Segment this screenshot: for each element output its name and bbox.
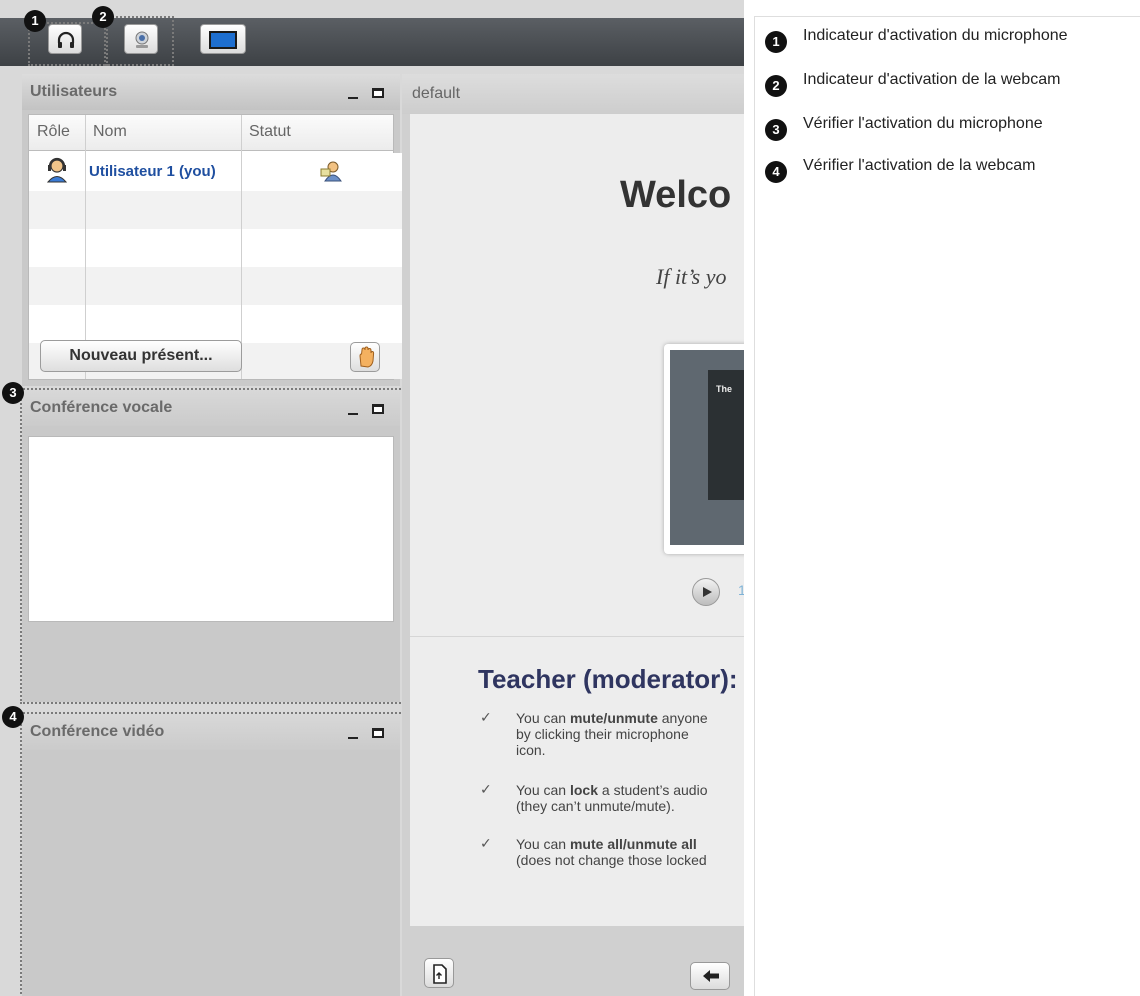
slide-video-thumbnail: The xyxy=(664,344,744,554)
upload-document-icon xyxy=(433,964,447,984)
desktop-share-icon xyxy=(209,31,237,49)
presentation-title: default xyxy=(402,74,744,114)
arrow-left-icon xyxy=(703,970,719,982)
presenter-icon xyxy=(320,161,342,182)
upload-presentation-button[interactable] xyxy=(424,958,454,988)
slide-heading: Welco xyxy=(620,174,732,216)
slide-subheading: If it’s yo xyxy=(656,264,727,289)
table-row xyxy=(29,229,411,267)
legend-badge: 2 xyxy=(765,75,787,97)
bullet-mute: You can mute/unmute anyone by clicking th… xyxy=(516,710,708,758)
table-row xyxy=(29,267,411,305)
raise-hand-icon xyxy=(359,346,375,368)
column-header-role[interactable]: Rôle xyxy=(29,115,85,151)
slide-divider xyxy=(410,636,744,637)
minimize-icon[interactable] xyxy=(348,737,358,739)
table-row[interactable]: Utilisateur 1 (you) xyxy=(29,153,411,191)
legend-panel: 1 Indicateur d'activation du microphone … xyxy=(754,16,1140,996)
legend-text: Vérifier l'activation du microphone xyxy=(803,115,1043,132)
voice-panel-title: Conférence vocale xyxy=(22,390,400,426)
maximize-icon[interactable] xyxy=(372,88,384,98)
headset-button[interactable] xyxy=(48,24,82,54)
maximize-icon[interactable] xyxy=(372,404,384,414)
maximize-icon[interactable] xyxy=(372,728,384,738)
user-name[interactable]: Utilisateur 1 (you) xyxy=(89,163,216,180)
voice-conference-panel: Conférence vocale xyxy=(22,390,400,702)
play-icon xyxy=(703,587,712,597)
column-divider xyxy=(241,115,242,379)
legend-badge: 3 xyxy=(765,119,787,141)
play-label: 1 xyxy=(738,582,744,598)
teacher-heading: Teacher (moderator): xyxy=(478,664,738,694)
desktop-share-button[interactable] xyxy=(200,24,246,54)
minimize-icon[interactable] xyxy=(348,413,358,415)
column-header-name[interactable]: Nom xyxy=(85,115,241,151)
previous-slide-button[interactable] xyxy=(690,962,730,990)
presentation-slide: Welco If it’s yo The 1 Teacher (moderato… xyxy=(410,114,744,926)
moderator-icon xyxy=(46,157,68,183)
badge-1: 1 xyxy=(24,10,46,32)
legend-text: Indicateur d'activation de la webcam xyxy=(803,71,1061,88)
badge-3: 3 xyxy=(2,382,24,404)
bullet-mute-all: You can mute all/unmute all (does not cha… xyxy=(516,836,707,868)
check-icon: ✓ xyxy=(480,836,492,852)
thumbnail-screen: The xyxy=(670,350,744,545)
video-panel-title: Conférence vidéo xyxy=(22,714,400,750)
presentation-panel: default Welco If it’s yo The 1 Teacher (… xyxy=(402,74,744,996)
badge-2: 2 xyxy=(92,6,114,28)
legend-badge: 1 xyxy=(765,31,787,53)
thumbnail-inner-screen: The xyxy=(708,370,744,500)
raise-hand-button[interactable] xyxy=(350,342,380,372)
table-row xyxy=(29,305,411,343)
column-header-status[interactable]: Statut xyxy=(241,115,393,151)
table-row xyxy=(29,191,411,229)
legend-text: Indicateur d'activation du microphone xyxy=(803,27,1068,44)
headset-icon xyxy=(57,31,75,48)
minimize-icon[interactable] xyxy=(348,97,358,99)
webcam-button[interactable] xyxy=(124,24,158,54)
video-conference-panel: Conférence vidéo xyxy=(22,714,400,996)
legend-badge: 4 xyxy=(765,161,787,183)
legend-text: Vérifier l'activation de la webcam xyxy=(803,157,1036,174)
users-panel-title: Utilisateurs xyxy=(22,74,400,110)
play-button[interactable] xyxy=(692,578,720,606)
badge-4: 4 xyxy=(2,706,24,728)
check-icon: ✓ xyxy=(480,782,492,798)
conference-app: 1 2 Utilisateurs Rôle Nom Statut Utilisa… xyxy=(0,0,744,996)
voice-participants-list xyxy=(28,436,394,622)
check-icon: ✓ xyxy=(480,710,492,726)
thumbnail-text: The xyxy=(716,384,733,394)
bullet-lock: You can lock a student’s audio (they can’… xyxy=(516,782,708,814)
webcam-icon xyxy=(135,31,149,48)
new-presenter-button[interactable]: Nouveau présent... xyxy=(40,340,242,372)
